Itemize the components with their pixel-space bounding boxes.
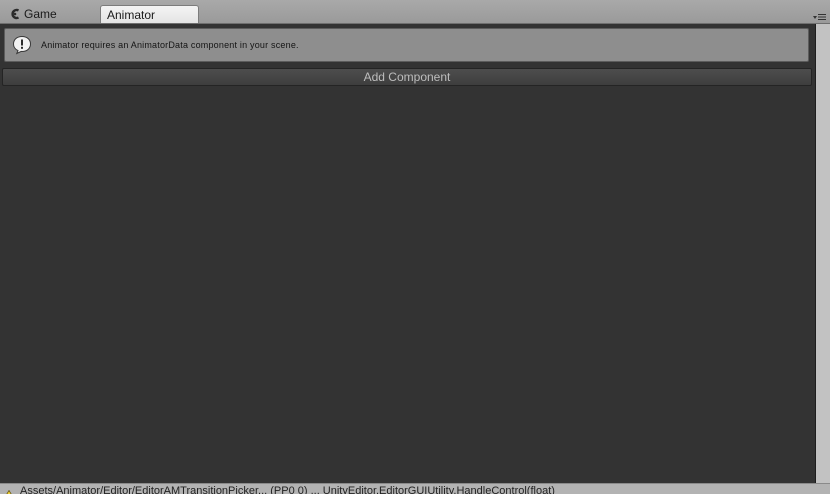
help-message: Animator requires an AnimatorData compon… <box>41 40 299 50</box>
tab-animator-label: Animator <box>107 7 156 22</box>
unity-editor-window: Game Animator Animator requires an Anima… <box>0 0 830 494</box>
tab-menu-icon[interactable] <box>813 12 827 21</box>
status-message: Assets/Animator/Editor/EditorAMTransitio… <box>20 485 555 494</box>
status-bar[interactable]: Assets/Animator/Editor/EditorAMTransitio… <box>0 483 830 494</box>
tab-game[interactable]: Game <box>4 5 96 23</box>
exclamation-icon <box>12 35 32 55</box>
add-component-button[interactable]: Add Component <box>2 68 812 86</box>
game-controller-icon <box>10 8 20 20</box>
tab-bar: Game Animator <box>0 0 830 24</box>
help-box: Animator requires an AnimatorData compon… <box>4 28 809 62</box>
window-gutter <box>816 24 830 483</box>
tab-animator[interactable]: Animator <box>100 5 199 23</box>
warning-triangle-icon <box>3 487 15 494</box>
tab-game-label: Game <box>24 7 57 21</box>
animator-panel: Animator requires an AnimatorData compon… <box>0 24 816 483</box>
